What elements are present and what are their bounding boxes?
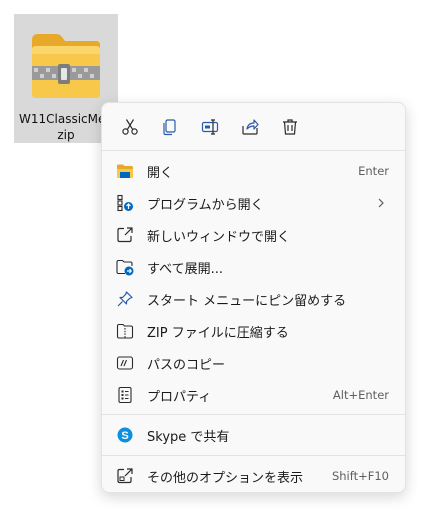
context-menu-toolbar [102, 103, 405, 150]
menu-item-open-with[interactable]: プログラムから開く [106, 187, 401, 219]
pin-icon [115, 289, 135, 309]
menu-item-label: Skype で共有 [147, 429, 230, 445]
menu-item-more-options[interactable]: その他のオプションを表示 Shift+F10 [106, 460, 401, 492]
menu-item-label: その他のオプションを表示 [147, 470, 304, 486]
chevron-right-icon [378, 198, 384, 208]
rename-button[interactable] [190, 109, 230, 145]
properties-icon [115, 385, 135, 405]
menu-item-open[interactable]: 開く Enter [106, 155, 401, 187]
menu-item-label: ZIP ファイルに圧縮する [147, 325, 289, 341]
menu-item-skype-share[interactable]: S Skype で共有 [106, 419, 401, 451]
cut-button[interactable] [110, 109, 150, 145]
external-window-icon [115, 225, 135, 245]
context-menu: 開く Enter プログラムから開く 新しいウィンドウで開く すべて展開... … [101, 102, 406, 493]
menu-item-compress-zip[interactable]: ZIP ファイルに圧縮する [106, 315, 401, 347]
folder-icon [115, 161, 135, 181]
menu-item-label: プログラムから開く [147, 197, 264, 213]
zip-file-icon [115, 321, 135, 341]
shortcut-text: Shift+F10 [331, 469, 389, 483]
extract-folder-icon [115, 257, 135, 277]
delete-button[interactable] [270, 109, 310, 145]
skype-icon: S [115, 425, 135, 445]
menu-item-label: スタート メニューにピン留めする [147, 293, 347, 309]
menu-item-label: 新しいウィンドウで開く [147, 229, 291, 245]
rename-icon [201, 118, 219, 135]
menu-item-extract-all[interactable]: すべて展開... [106, 251, 401, 283]
menu-item-new-window[interactable]: 新しいウィンドウで開く [106, 219, 401, 251]
share-icon [242, 118, 259, 135]
menu-item-pin-start[interactable]: スタート メニューにピン留めする [106, 283, 401, 315]
share-button[interactable] [230, 109, 270, 145]
desktop[interactable]: W11ClassicMen zip 開く Enter プログラムから開く 新しい… [0, 0, 425, 510]
shortcut-text: Enter [358, 164, 389, 178]
menu-divider [102, 414, 405, 415]
menu-item-copy-path[interactable]: パスのコピー [106, 347, 401, 379]
copy-icon [163, 118, 176, 135]
open-with-icon [115, 193, 135, 213]
copy-button[interactable] [150, 109, 190, 145]
menu-item-properties[interactable]: プロパティ Alt+Enter [106, 379, 401, 411]
menu-item-label: パスのコピー [147, 357, 226, 373]
more-options-icon [115, 466, 135, 486]
menu-divider [102, 455, 405, 456]
menu-item-label: 開く [147, 165, 174, 181]
menu-divider [102, 150, 405, 151]
menu-item-label: プロパティ [147, 389, 212, 405]
svg-text:S: S [121, 430, 128, 442]
copy-path-icon [115, 353, 135, 373]
zip-folder-icon [32, 34, 100, 98]
scissors-icon [122, 118, 138, 135]
menu-item-label: すべて展開... [147, 261, 223, 277]
shortcut-text: Alt+Enter [332, 388, 389, 402]
trash-icon [283, 118, 297, 135]
